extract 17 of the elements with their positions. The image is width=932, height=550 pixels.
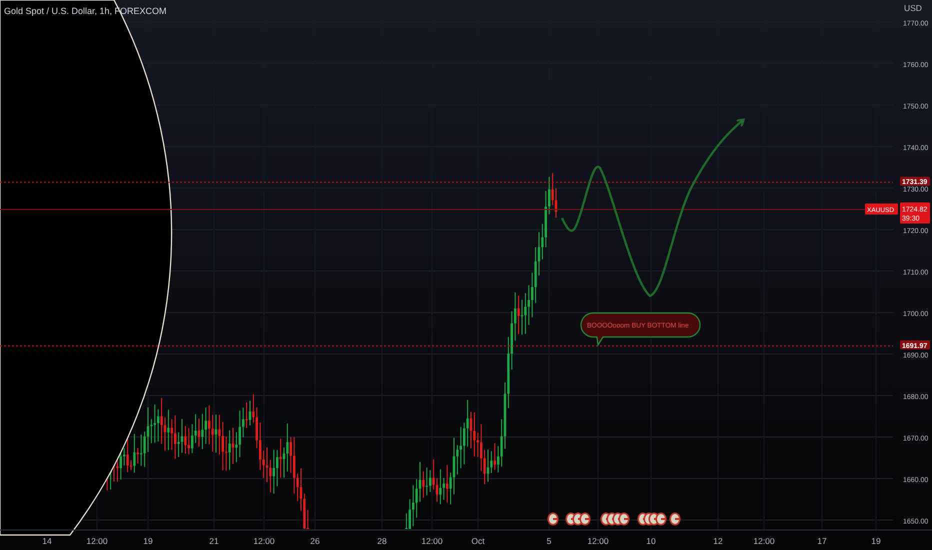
currency-label: USD: [904, 3, 922, 13]
time-tick: 10: [646, 536, 656, 546]
time-tick: 12:00: [253, 536, 275, 546]
time-tick: 14: [42, 536, 52, 546]
time-tick: 12:00: [86, 536, 108, 546]
time-tick: 12:00: [753, 536, 775, 546]
time-tick: 5: [546, 536, 552, 546]
time-tick: 19: [871, 536, 881, 546]
time-tick: 12:00: [421, 536, 443, 546]
time-tick: 21: [209, 536, 219, 546]
time-tick: Oct: [471, 536, 485, 546]
time-tick: 17: [817, 536, 827, 546]
time-tick: 28: [377, 536, 387, 546]
time-tick: 19: [143, 536, 153, 546]
time-tick: 12:00: [587, 536, 609, 546]
time-tick: 12: [713, 536, 723, 546]
time-tick: 26: [310, 536, 320, 546]
